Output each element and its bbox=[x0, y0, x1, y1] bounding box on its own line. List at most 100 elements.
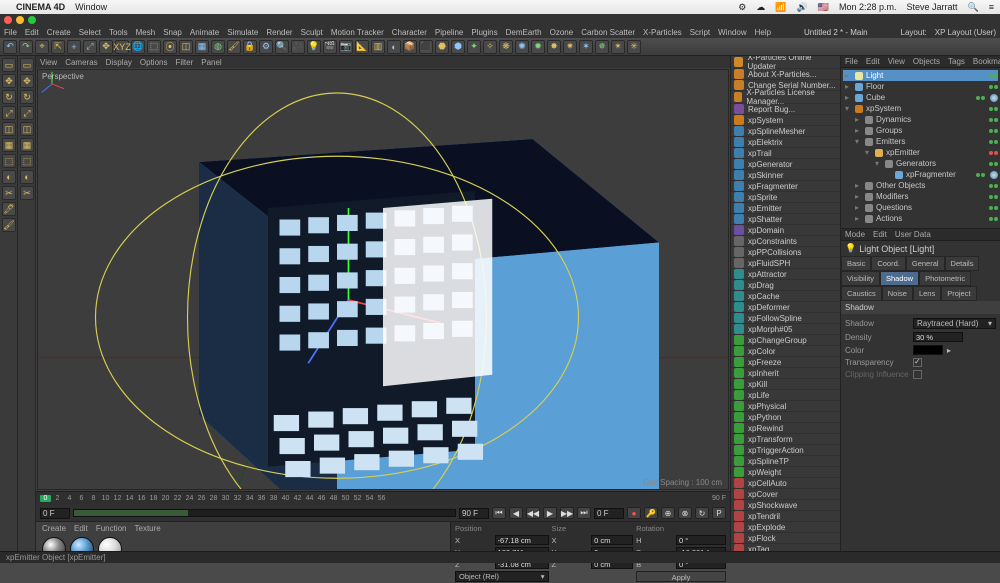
attr-tab-general[interactable]: General bbox=[906, 256, 945, 271]
range-end-field[interactable] bbox=[459, 508, 489, 519]
viewport-menu-view[interactable]: View bbox=[40, 58, 57, 67]
mat-menu-function[interactable]: Function bbox=[96, 524, 127, 533]
frame-tick[interactable]: 56 bbox=[376, 495, 387, 502]
toolbar-button-39[interactable]: ✳ bbox=[627, 40, 641, 54]
app-name[interactable]: CINEMA 4D bbox=[16, 2, 65, 12]
object-dynamics[interactable]: ▸ Dynamics bbox=[843, 114, 998, 125]
mode-button-5[interactable]: ▦ bbox=[2, 138, 16, 152]
color-chip[interactable] bbox=[913, 345, 943, 355]
snap-button-1[interactable]: ✥ bbox=[20, 74, 34, 88]
visibility-dots[interactable] bbox=[989, 74, 998, 78]
attr-tab-shadow[interactable]: Shadow bbox=[880, 271, 919, 286]
mode-button-0[interactable]: ▭ bbox=[2, 58, 16, 72]
toolbar-button-16[interactable]: ⚙ bbox=[259, 40, 273, 54]
frame-tick[interactable]: 32 bbox=[232, 495, 243, 502]
xp-x-particles-license-manager-[interactable]: X-Particles License Manager... bbox=[731, 91, 840, 104]
goto-end-button[interactable]: ⏭ bbox=[577, 507, 591, 519]
visibility-dots[interactable] bbox=[989, 85, 998, 89]
frame-tick[interactable]: 12 bbox=[112, 495, 123, 502]
attr-tab-coord[interactable]: Coord. bbox=[871, 256, 906, 271]
xp-xpshatter[interactable]: xpShatter bbox=[731, 214, 840, 225]
mode-button-9[interactable]: 🖊 bbox=[2, 202, 16, 216]
xp-xpsystem[interactable]: xpSystem bbox=[731, 115, 840, 126]
mode-button-7[interactable]: ◐ bbox=[2, 170, 16, 184]
visibility-dots[interactable] bbox=[976, 96, 985, 100]
frame-tick[interactable]: 10 bbox=[100, 495, 111, 502]
disclosure-icon[interactable]: ▾ bbox=[855, 137, 862, 146]
xp-xpcache[interactable]: xpCache bbox=[731, 291, 840, 302]
disclosure-icon[interactable]: ▸ bbox=[855, 126, 862, 135]
visibility-dots[interactable] bbox=[989, 162, 998, 166]
obj-menu-edit[interactable]: Edit bbox=[866, 57, 880, 66]
pos-x-field[interactable] bbox=[495, 535, 549, 545]
object-questions[interactable]: ▸ Questions bbox=[843, 202, 998, 213]
object-other-objects[interactable]: ▸ Other Objects bbox=[843, 180, 998, 191]
attr-menu-mode[interactable]: Mode bbox=[845, 230, 865, 239]
xp-xpcolor[interactable]: xpColor bbox=[731, 346, 840, 357]
toolbar-button-1[interactable]: ↷ bbox=[19, 40, 33, 54]
menu-x-particles[interactable]: X-Particles bbox=[643, 28, 682, 37]
toolbar-button-25[interactable]: 📦 bbox=[403, 40, 417, 54]
frame-tick[interactable]: 22 bbox=[172, 495, 183, 502]
toolbar-button-26[interactable]: ⬛ bbox=[419, 40, 433, 54]
xp-xptrail[interactable]: xpTrail bbox=[731, 148, 840, 159]
viewport[interactable]: Perspective bbox=[37, 69, 729, 490]
frame-tick[interactable]: 46 bbox=[316, 495, 327, 502]
toolbar-button-37[interactable]: ✵ bbox=[595, 40, 609, 54]
object-xpsystem[interactable]: ▾ xpSystem bbox=[843, 103, 998, 114]
xp-xpfollowspline[interactable]: xpFollowSpline bbox=[731, 313, 840, 324]
menubar-icon[interactable]: 📶 bbox=[775, 2, 786, 13]
menu-simulate[interactable]: Simulate bbox=[227, 28, 258, 37]
attr-menu-user-data[interactable]: User Data bbox=[895, 230, 931, 239]
object-light[interactable]: ▸ Light bbox=[843, 70, 998, 81]
obj-menu-bookmarks[interactable]: Bookmarks bbox=[973, 57, 1000, 66]
disclosure-icon[interactable]: ▾ bbox=[875, 159, 882, 168]
attr-tab-lens[interactable]: Lens bbox=[913, 286, 941, 301]
frame-tick[interactable]: 34 bbox=[244, 495, 255, 502]
frame-tick[interactable]: 40 bbox=[280, 495, 291, 502]
mode-button-8[interactable]: ✂ bbox=[2, 186, 16, 200]
window-menu[interactable]: Window bbox=[75, 2, 107, 12]
menubar-icon[interactable]: 🇺🇸 bbox=[818, 2, 829, 13]
xp-xpexplode[interactable]: xpExplode bbox=[731, 522, 840, 533]
menu-edit[interactable]: Edit bbox=[25, 28, 39, 37]
visibility-dots[interactable] bbox=[989, 107, 998, 111]
frame-tick[interactable]: 52 bbox=[352, 495, 363, 502]
disclosure-icon[interactable]: ▸ bbox=[845, 71, 852, 80]
xp-xpkill[interactable]: xpKill bbox=[731, 379, 840, 390]
toolbar-button-24[interactable]: ◐ bbox=[387, 40, 401, 54]
toolbar-button-20[interactable]: 🎬 bbox=[323, 40, 337, 54]
object-emitters[interactable]: ▾ Emitters bbox=[843, 136, 998, 147]
menu-script[interactable]: Script bbox=[690, 28, 710, 37]
mode-button-2[interactable]: ↻ bbox=[2, 90, 16, 104]
key-pla-button[interactable]: P bbox=[712, 507, 726, 519]
xp-xpcover[interactable]: xpCover bbox=[731, 489, 840, 500]
toolbar-button-6[interactable]: ✥ bbox=[99, 40, 113, 54]
minimize-window-button[interactable] bbox=[16, 16, 24, 24]
size-x-field[interactable] bbox=[591, 535, 633, 545]
snap-button-8[interactable]: ✂ bbox=[20, 186, 34, 200]
menu-character[interactable]: Character bbox=[392, 28, 427, 37]
visibility-dots[interactable] bbox=[989, 129, 998, 133]
toolbar-button-36[interactable]: ✶ bbox=[579, 40, 593, 54]
xp-xpsplinetp[interactable]: xpSplineTP bbox=[731, 456, 840, 467]
menu-window[interactable]: Window bbox=[718, 28, 746, 37]
frame-tick[interactable]: 28 bbox=[208, 495, 219, 502]
timeline[interactable]: 0246810121416182022242628303234363840424… bbox=[36, 491, 730, 505]
visibility-dots[interactable] bbox=[989, 217, 998, 221]
toolbar-button-29[interactable]: ✦ bbox=[467, 40, 481, 54]
toolbar-button-34[interactable]: ✸ bbox=[547, 40, 561, 54]
visibility-dots[interactable] bbox=[989, 195, 998, 199]
frame-tick[interactable]: 16 bbox=[136, 495, 147, 502]
xp-xpchangegroup[interactable]: xpChangeGroup bbox=[731, 335, 840, 346]
xp-xpshockwave[interactable]: xpShockwave bbox=[731, 500, 840, 511]
visibility-dots[interactable] bbox=[989, 118, 998, 122]
xp-xpconstraints[interactable]: xpConstraints bbox=[731, 236, 840, 247]
xp-xptriggeraction[interactable]: xpTriggerAction bbox=[731, 445, 840, 456]
menu-render[interactable]: Render bbox=[266, 28, 292, 37]
visibility-dots[interactable] bbox=[989, 184, 998, 188]
object-xpfragmenter[interactable]: xpFragmenter bbox=[843, 169, 998, 180]
xp-xpinherit[interactable]: xpInherit bbox=[731, 368, 840, 379]
xp-xptransform[interactable]: xpTransform bbox=[731, 434, 840, 445]
key-rot-button[interactable]: ↻ bbox=[695, 507, 709, 519]
